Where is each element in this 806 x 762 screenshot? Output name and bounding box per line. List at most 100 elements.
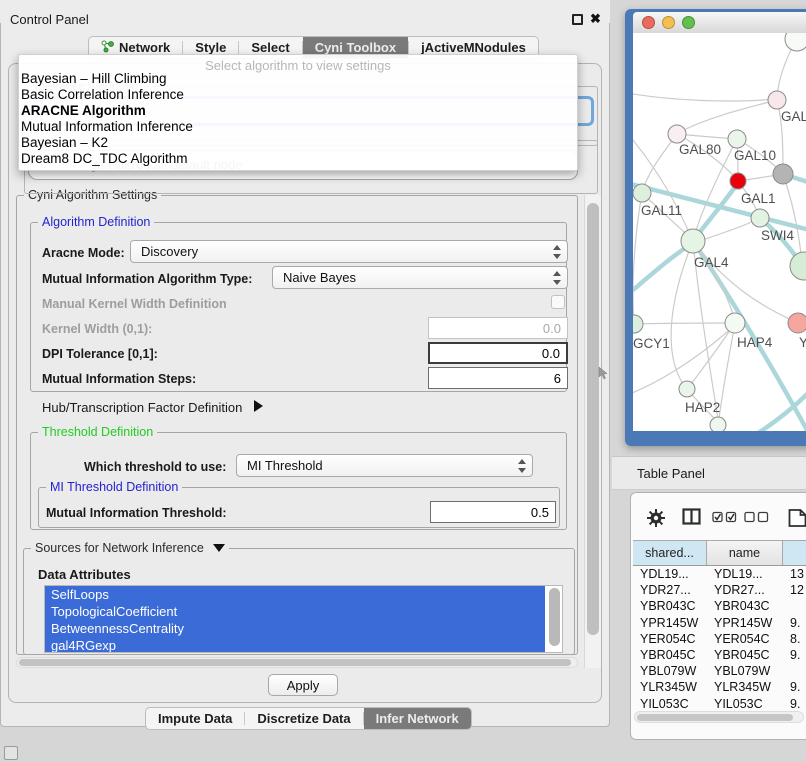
spinner-arrows-icon[interactable]: [552, 271, 560, 285]
table-row[interactable]: YIL053CYIL053C9.: [633, 696, 806, 709]
horizontal-scrollbar-thumb[interactable]: [19, 659, 571, 666]
network-edge[interactable]: [677, 100, 777, 134]
collapsed-arrow-icon[interactable]: [254, 400, 263, 412]
network-edge[interactable]: [671, 241, 693, 387]
spinner-arrows-icon[interactable]: [552, 245, 560, 259]
table-cell: YPR145W: [633, 615, 707, 631]
close-icon[interactable]: ✖: [590, 11, 601, 27]
hub-definition-toggle[interactable]: Hub/Transcription Factor Definition: [42, 400, 263, 415]
network-edge[interactable]: [745, 378, 806, 431]
algorithm-option[interactable]: Mutual Information Inference: [19, 119, 577, 135]
dpi-tolerance-input[interactable]: [428, 342, 568, 364]
apply-button[interactable]: Apply: [268, 674, 338, 696]
mi-type-select[interactable]: Naive Bayes: [272, 266, 568, 289]
network-node-swi4[interactable]: [751, 209, 769, 227]
table-row[interactable]: YLR345WYLR345W9.: [633, 679, 806, 695]
table-cell: 12: [783, 582, 806, 598]
algorithm-option[interactable]: Bayesian – Hill Climbing: [19, 71, 577, 87]
threshold-definition-title: Threshold Definition: [38, 425, 157, 439]
kernel-width-input[interactable]: [428, 317, 568, 339]
network-edge[interactable]: [693, 241, 796, 322]
tab-impute-data[interactable]: Impute Data: [146, 708, 244, 729]
network-edge[interactable]: [636, 323, 733, 324]
manual-kernel-checkbox[interactable]: [551, 295, 565, 309]
table-cell: 9.: [783, 647, 806, 663]
column-header-a[interactable]: A: [783, 541, 806, 565]
deselect-columns-icon[interactable]: [744, 511, 769, 523]
tab-discretize-data[interactable]: Discretize Data: [245, 708, 362, 729]
mac-minimize-button[interactable]: [662, 16, 675, 29]
gear-icon[interactable]: [646, 508, 666, 528]
network-edge[interactable]: [642, 134, 677, 193]
aracne-mode-value: Discovery: [141, 244, 198, 259]
float-window-icon[interactable]: [572, 14, 583, 25]
expanded-arrow-icon[interactable]: [213, 544, 225, 552]
split-panel-icon[interactable]: [682, 508, 701, 525]
table-cell: YIL053C: [633, 696, 707, 709]
algorithm-option[interactable]: Bayesian – K2: [19, 135, 577, 151]
table-cell: YIL053C: [707, 696, 783, 709]
kernel-width-label: Kernel Width (0,1):: [42, 322, 152, 336]
control-panel-title: Control Panel: [10, 12, 89, 27]
data-attribute-item[interactable]: BetweennessCentrality: [45, 620, 545, 637]
network-node-gal4[interactable]: [681, 229, 705, 253]
column-header-name[interactable]: name: [707, 541, 783, 565]
table-row[interactable]: YER054CYER054C8.: [633, 631, 806, 647]
spinner-arrows-icon[interactable]: [517, 459, 525, 473]
network-node-gal1[interactable]: [730, 173, 746, 189]
table-cell: YER054C: [633, 631, 707, 647]
network-node[interactable]: [773, 164, 793, 184]
column-header-shared-[interactable]: shared...: [633, 541, 707, 565]
mac-zoom-button[interactable]: [682, 16, 695, 29]
network-edge[interactable]: [633, 93, 775, 101]
table-row[interactable]: YDR27...YDR27...12: [633, 582, 806, 598]
table-header-row[interactable]: shared...nameA: [633, 540, 806, 566]
tab-label: Infer Network: [376, 711, 459, 726]
table-row[interactable]: YBL079WYBL079W: [633, 663, 806, 679]
settings-vertical-scrollbar[interactable]: [584, 195, 601, 668]
mi-threshold-input[interactable]: [430, 501, 556, 523]
mi-steps-input[interactable]: [428, 367, 568, 389]
network-node[interactable]: [785, 33, 806, 51]
table-row[interactable]: YDL19...YDL19...13: [633, 566, 806, 582]
algorithm-option[interactable]: Basic Correlation Inference: [19, 87, 577, 103]
network-node-gcy1[interactable]: [633, 315, 643, 333]
network-node-hap4[interactable]: [725, 313, 745, 333]
table-row[interactable]: YPR145WYPR145W9.: [633, 615, 806, 631]
network-window-titlebar[interactable]: [633, 12, 806, 33]
data-attribute-item[interactable]: TopologicalCoefficient: [45, 603, 545, 620]
minimized-panel-icon[interactable]: [4, 746, 18, 760]
aracne-mode-select[interactable]: Discovery: [130, 240, 568, 263]
table-row[interactable]: YBR045CYBR045C9.: [633, 647, 806, 663]
vertical-scrollbar-thumb[interactable]: [587, 203, 599, 635]
new-table-icon[interactable]: [788, 508, 806, 527]
data-attribute-item[interactable]: gal4RGexp: [45, 637, 545, 653]
algorithm-option[interactable]: ARACNE Algorithm: [19, 103, 577, 119]
control-panel-titlebar[interactable]: [0, 0, 610, 23]
network-node-hap2[interactable]: [679, 381, 695, 397]
network-node-y[interactable]: [788, 313, 806, 333]
algorithm-option[interactable]: Dream8 DC_TDC Algorithm: [19, 151, 577, 167]
network-edge[interactable]: [689, 323, 735, 387]
network-node-gal10[interactable]: [728, 130, 746, 148]
tab-infer-network[interactable]: Infer Network: [364, 708, 471, 729]
network-node-gal11[interactable]: [633, 184, 651, 202]
table-scrollbar-thumb[interactable]: [637, 714, 793, 721]
which-threshold-select[interactable]: MI Threshold: [236, 454, 533, 477]
data-attribute-item[interactable]: SelfLoops: [45, 586, 545, 603]
table-horizontal-scrollbar[interactable]: [634, 711, 804, 723]
network-canvas[interactable]: GALGAL80GAL10GAL1GAL11SWI4GAL4GCY1HAP4YH…: [633, 33, 806, 431]
settings-horizontal-scrollbar[interactable]: [16, 657, 578, 668]
table-row[interactable]: YBR043CYBR043C: [633, 598, 806, 614]
network-edge[interactable]: [633, 243, 693, 295]
table-body[interactable]: YDL19...YDL19...13YDR27...YDR27...12YBR0…: [633, 566, 806, 708]
mac-close-button[interactable]: [642, 16, 655, 29]
network-node[interactable]: [790, 252, 806, 280]
network-node-gal80[interactable]: [668, 125, 686, 143]
network-node-gal[interactable]: [768, 91, 786, 109]
select-all-columns-icon[interactable]: [712, 511, 737, 523]
table-cell: 8.: [783, 631, 806, 647]
list-vertical-scrollbar[interactable]: [549, 588, 560, 646]
data-attributes-list[interactable]: SelfLoopsTopologicalCoefficientBetweenne…: [44, 585, 563, 653]
network-node[interactable]: [710, 417, 726, 431]
